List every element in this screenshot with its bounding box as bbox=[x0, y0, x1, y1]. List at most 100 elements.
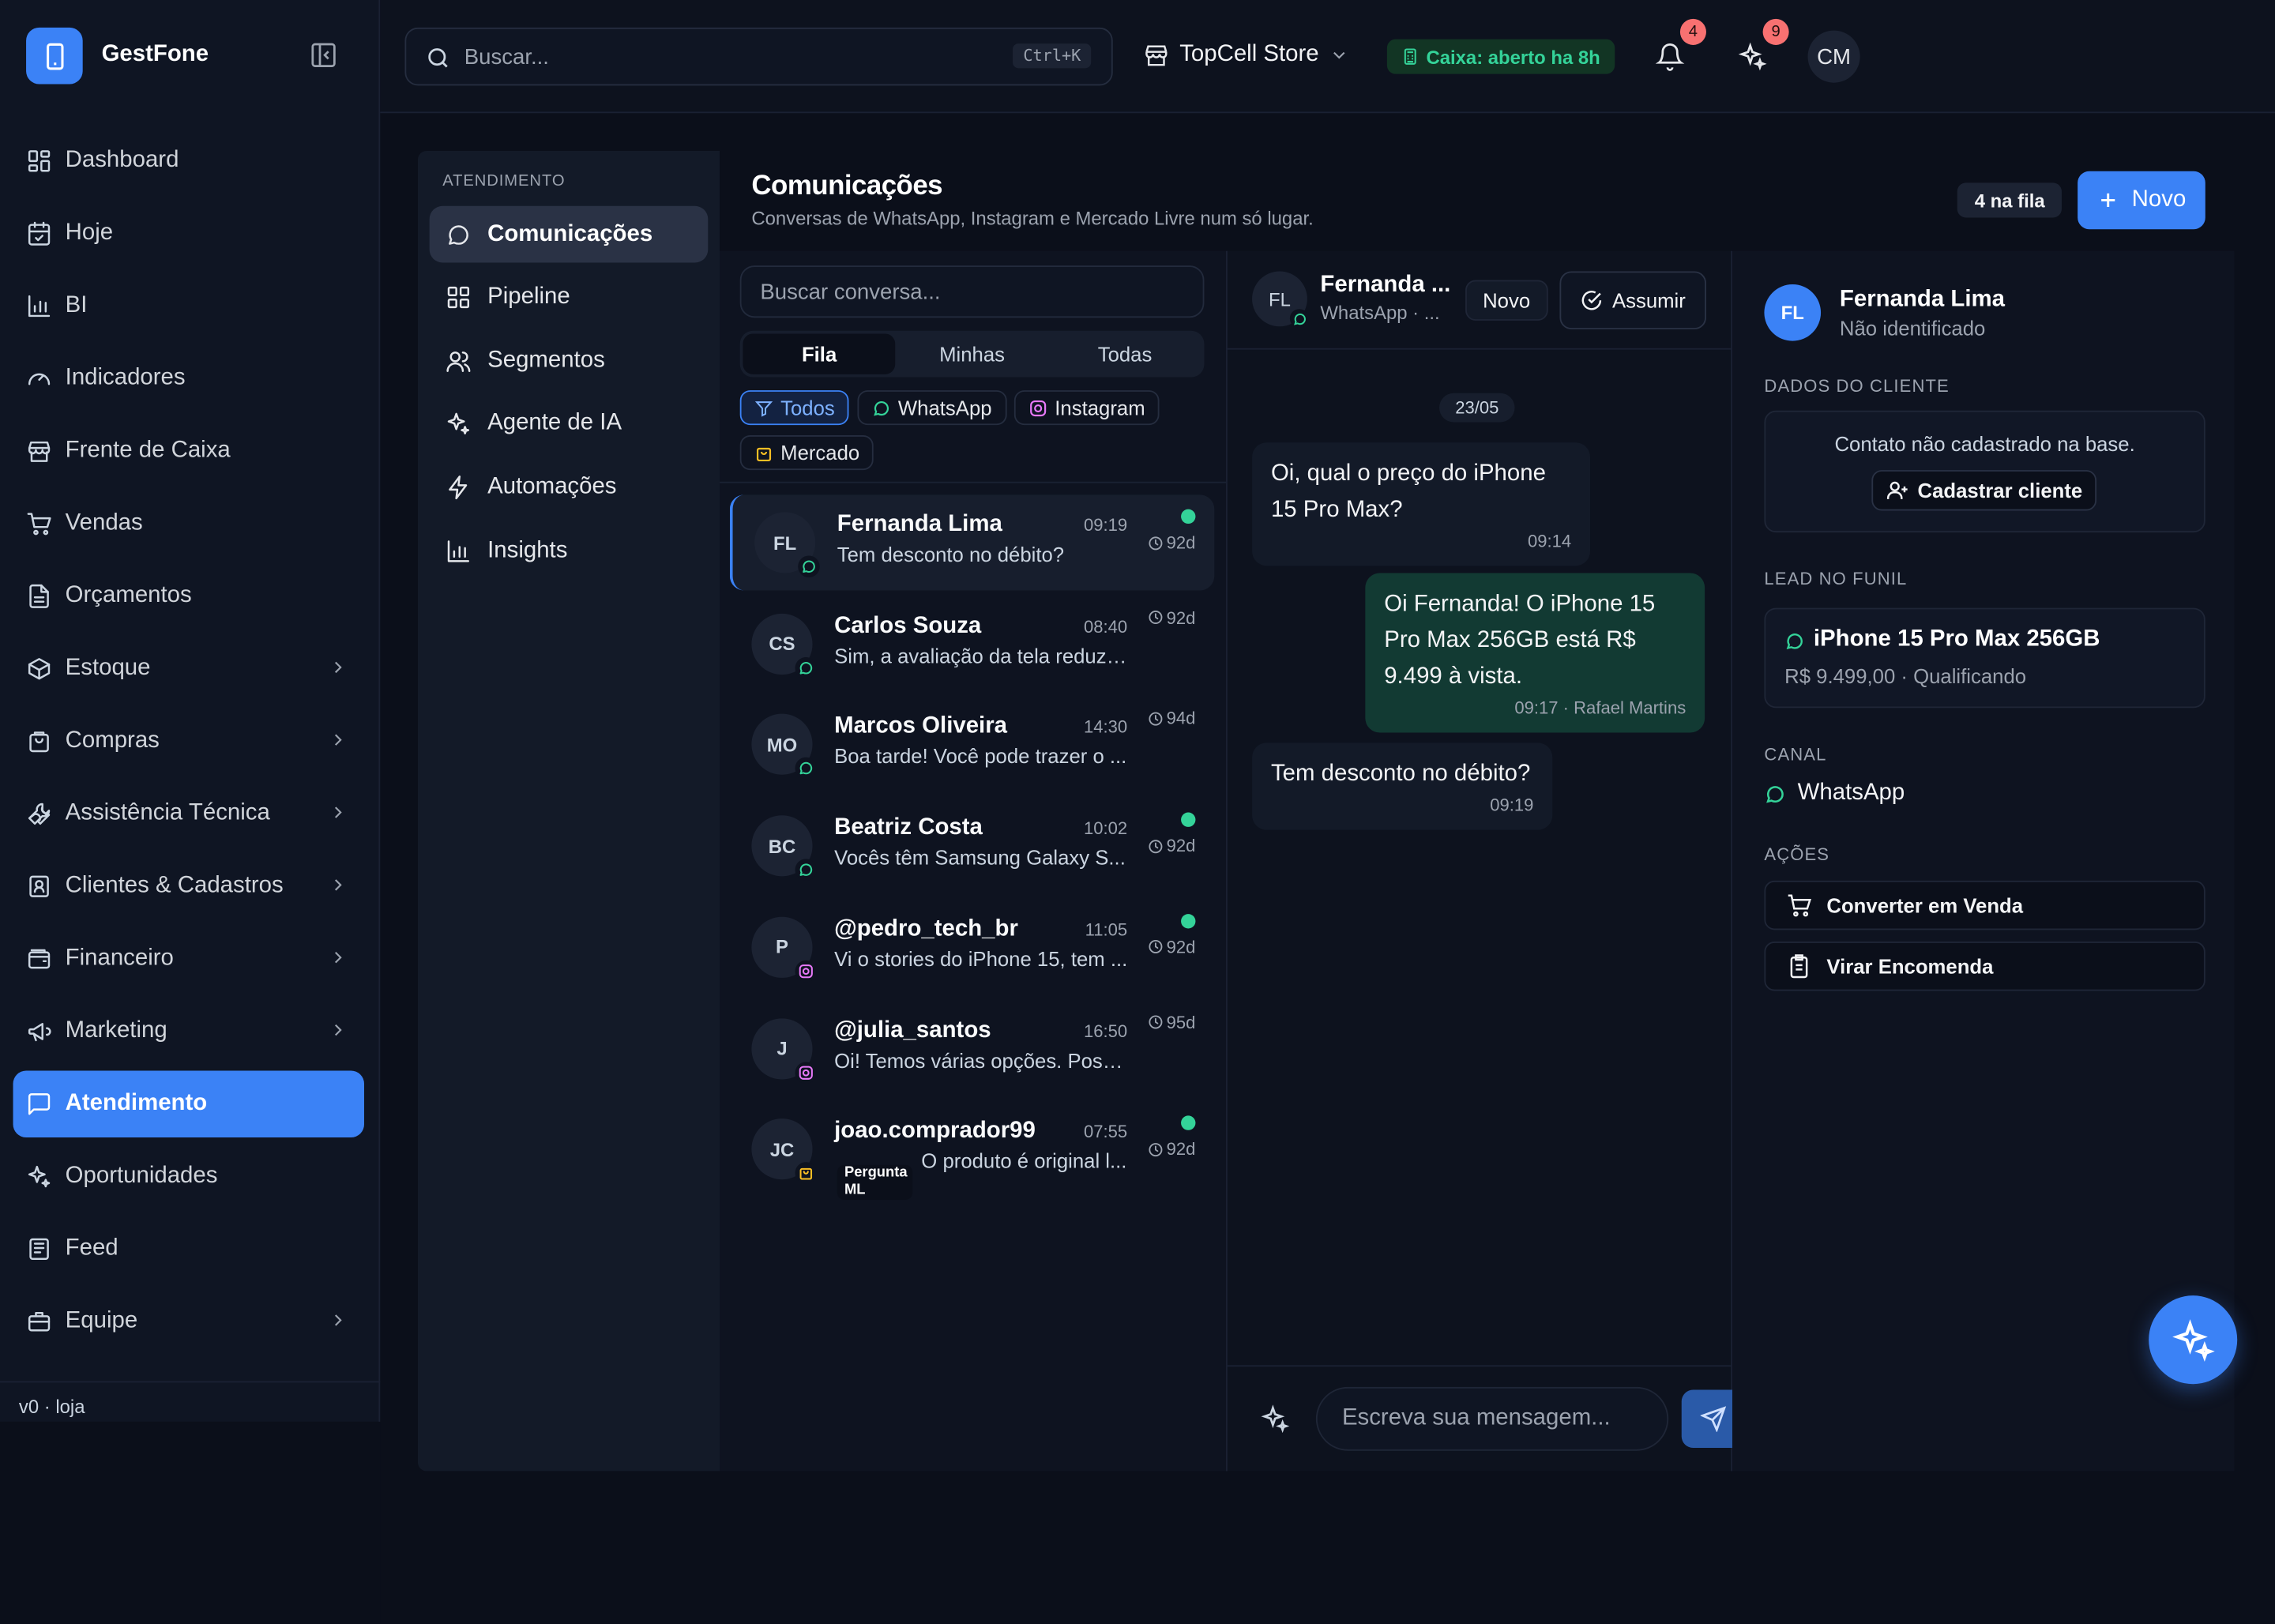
contact-name: Fernanda Lima bbox=[1839, 287, 2005, 312]
chat-contact-initials: FL bbox=[1269, 288, 1291, 310]
filter-whatsapp[interactable]: WhatsApp bbox=[857, 390, 1006, 426]
age-value: 92d bbox=[1166, 1139, 1196, 1160]
filter-todos-label: Todos bbox=[780, 396, 835, 419]
subnav-item-4[interactable]: Automações bbox=[430, 459, 709, 516]
clipboard-icon bbox=[1790, 954, 1808, 979]
sparkles-icon bbox=[28, 1165, 51, 1188]
chevron-right-icon bbox=[334, 952, 342, 964]
sidebar-item-compras[interactable]: Compras bbox=[13, 708, 364, 774]
ai-assistant-button[interactable]: 9 bbox=[1738, 18, 1789, 73]
age-value: 92d bbox=[1166, 937, 1196, 957]
subnav-item-0[interactable]: Comunicações bbox=[429, 205, 709, 263]
sidebar-item-feed[interactable]: Feed bbox=[13, 1216, 364, 1282]
sidebar-item-frente-de-caixa[interactable]: Frente de Caixa bbox=[13, 418, 364, 484]
assign-conversation-button[interactable]: Assumir bbox=[1559, 271, 1706, 329]
ai-assistant-fab[interactable] bbox=[2149, 1295, 2238, 1385]
tab-fila[interactable]: Fila bbox=[743, 333, 896, 374]
register-client-button[interactable]: Cadastrar cliente bbox=[1871, 470, 2097, 511]
contact-name: Fernanda Lima bbox=[837, 512, 1002, 537]
page-title: Comunicações bbox=[751, 171, 943, 202]
conversation-item[interactable]: FL Fernanda Lima 09:19 Tem desconto no débi… bbox=[729, 494, 1215, 591]
sidebar-item-label: Dashboard bbox=[65, 148, 179, 173]
contact-name: joao.comprador99 bbox=[834, 1118, 1036, 1144]
conversation-item[interactable]: BC Beatriz Costa 10:02 Vocês têm Samsung Ga… bbox=[730, 798, 1214, 893]
filter-todos[interactable]: Todos bbox=[739, 390, 850, 426]
sidebar-item-assistencia-tecnica[interactable]: Assistência Técnica bbox=[13, 780, 364, 847]
unread-indicator bbox=[1181, 1115, 1196, 1131]
age-value: 95d bbox=[1166, 1012, 1196, 1032]
cash-register-status[interactable]: Caixa: aberto ha 8h bbox=[1386, 39, 1615, 74]
clock-icon bbox=[1149, 839, 1163, 853]
subnav-label: Pipeline bbox=[487, 284, 570, 310]
whatsapp-icon bbox=[803, 560, 815, 573]
subnav-item-5[interactable]: Insights bbox=[430, 522, 709, 579]
sidebar-divider bbox=[0, 1381, 381, 1383]
user-avatar[interactable]: CM bbox=[1807, 30, 1860, 83]
conversation-item[interactable]: JC joao.comprador99 07:55 Pergunta ML O produ… bbox=[730, 1101, 1214, 1201]
sidebar-item-vendas[interactable]: Vendas bbox=[13, 491, 364, 557]
age-value: 92d bbox=[1166, 532, 1196, 553]
subnav-item-2[interactable]: Segmentos bbox=[430, 333, 709, 389]
message-time: 16:50 bbox=[1083, 1021, 1128, 1041]
tab-minhas[interactable]: Minhas bbox=[896, 333, 1048, 374]
assign-button-label: Assumir bbox=[1611, 288, 1686, 312]
wallet-icon bbox=[28, 949, 51, 969]
chevron-right-icon bbox=[334, 1314, 342, 1326]
collapse-sidebar-button[interactable] bbox=[309, 40, 338, 70]
convert-to-sale-button[interactable]: Converter em Venda bbox=[1764, 880, 2205, 930]
notifications-button[interactable]: 4 bbox=[1655, 18, 1706, 73]
chevron-right-icon bbox=[334, 1024, 342, 1036]
sidebar-footer-area bbox=[0, 1421, 381, 1624]
sidebar-item-label: Compras bbox=[65, 728, 160, 754]
sidebar-item-estoque[interactable]: Estoque bbox=[13, 635, 364, 701]
sidebar-item-orcamentos[interactable]: Orçamentos bbox=[13, 563, 364, 630]
message-preview: Oi! Temos várias opções. Poss... bbox=[834, 1048, 1129, 1072]
sidebar-item-equipe[interactable]: Equipe bbox=[13, 1288, 364, 1355]
conversation-item[interactable]: MO Marcos Oliveira 14:30 Boa tarde! Você po… bbox=[730, 697, 1214, 792]
conversation-item[interactable]: CS Carlos Souza 08:40 Sim, a avaliação da t… bbox=[730, 596, 1214, 691]
sidebar-item-hoje[interactable]: Hoje bbox=[13, 200, 364, 266]
global-search-input[interactable]: Buscar... Ctrl+K bbox=[404, 27, 1113, 86]
app-logo[interactable] bbox=[26, 27, 83, 85]
sidebar-item-dashboard[interactable]: Dashboard bbox=[13, 128, 364, 194]
unread-indicator bbox=[1181, 509, 1196, 524]
subnav-item-1[interactable]: Pipeline bbox=[430, 269, 709, 326]
create-order-button[interactable]: Virar Encomenda bbox=[1764, 942, 2205, 991]
subnav-item-3[interactable]: Agente de IA bbox=[430, 396, 709, 453]
instagram-icon bbox=[1030, 400, 1047, 416]
sidebar-item-indicadores[interactable]: Indicadores bbox=[13, 345, 364, 412]
message-input[interactable]: Escreva sua mensagem... bbox=[1315, 1386, 1669, 1451]
sidebar-item-bi[interactable]: BI bbox=[13, 273, 364, 339]
channel-value: WhatsApp bbox=[1764, 780, 1905, 806]
message-incoming: Tem desconto no débito? 09:19 bbox=[1252, 742, 1553, 830]
sidebar-item-clientes-cadastros[interactable]: Clientes & Cadastros bbox=[13, 853, 364, 919]
sidebar-item-marketing[interactable]: Marketing bbox=[13, 998, 364, 1065]
filter-instagram[interactable]: Instagram bbox=[1013, 390, 1160, 426]
chat-contact-name: Fernanda ... bbox=[1320, 273, 1451, 298]
whatsapp-icon bbox=[799, 863, 813, 877]
filter-mercado[interactable]: Mercado bbox=[739, 435, 874, 471]
conversation-item[interactable]: P @pedro_tech_br 11:05 Vi o stories do iPho… bbox=[730, 899, 1214, 994]
subnav-label: Insights bbox=[487, 537, 568, 562]
filter-icon bbox=[754, 400, 773, 416]
phone-icon bbox=[46, 42, 63, 70]
sidebar-item-oportunidades[interactable]: Oportunidades bbox=[13, 1143, 364, 1209]
sidebar-item-label: Atendimento bbox=[65, 1091, 208, 1116]
contact-name: Beatriz Costa bbox=[834, 815, 983, 840]
bar-chart-icon bbox=[28, 295, 51, 318]
ai-suggest-button[interactable] bbox=[1261, 1404, 1292, 1436]
sidebar-item-label: Assistência Técnica bbox=[65, 800, 270, 826]
store-selector[interactable]: TopCell Store bbox=[1143, 42, 1349, 68]
lead-product: iPhone 15 Pro Max 256GB bbox=[1813, 626, 2100, 652]
tab-todas[interactable]: Todas bbox=[1048, 333, 1201, 374]
page-subtitle: Conversas de WhatsApp, Instagram e Merca… bbox=[751, 207, 1314, 230]
new-conversation-button[interactable]: Novo bbox=[2078, 171, 2205, 230]
store-icon bbox=[1145, 45, 1168, 66]
conversation-age: 92d bbox=[1148, 836, 1195, 856]
conversation-item[interactable]: J @julia_santos 16:50 Oi! Temos várias opçõ… bbox=[730, 1000, 1214, 1096]
sidebar-item-financeiro[interactable]: Financeiro bbox=[13, 926, 364, 992]
sidebar-item-atendimento[interactable]: Atendimento bbox=[13, 1070, 365, 1137]
lead-card[interactable]: iPhone 15 Pro Max 256GB R$ 9.499,00 · Qu… bbox=[1764, 607, 2205, 709]
date-separator: 23/05 bbox=[1439, 393, 1515, 423]
conversation-search-input[interactable]: Buscar conversa... bbox=[739, 265, 1205, 318]
